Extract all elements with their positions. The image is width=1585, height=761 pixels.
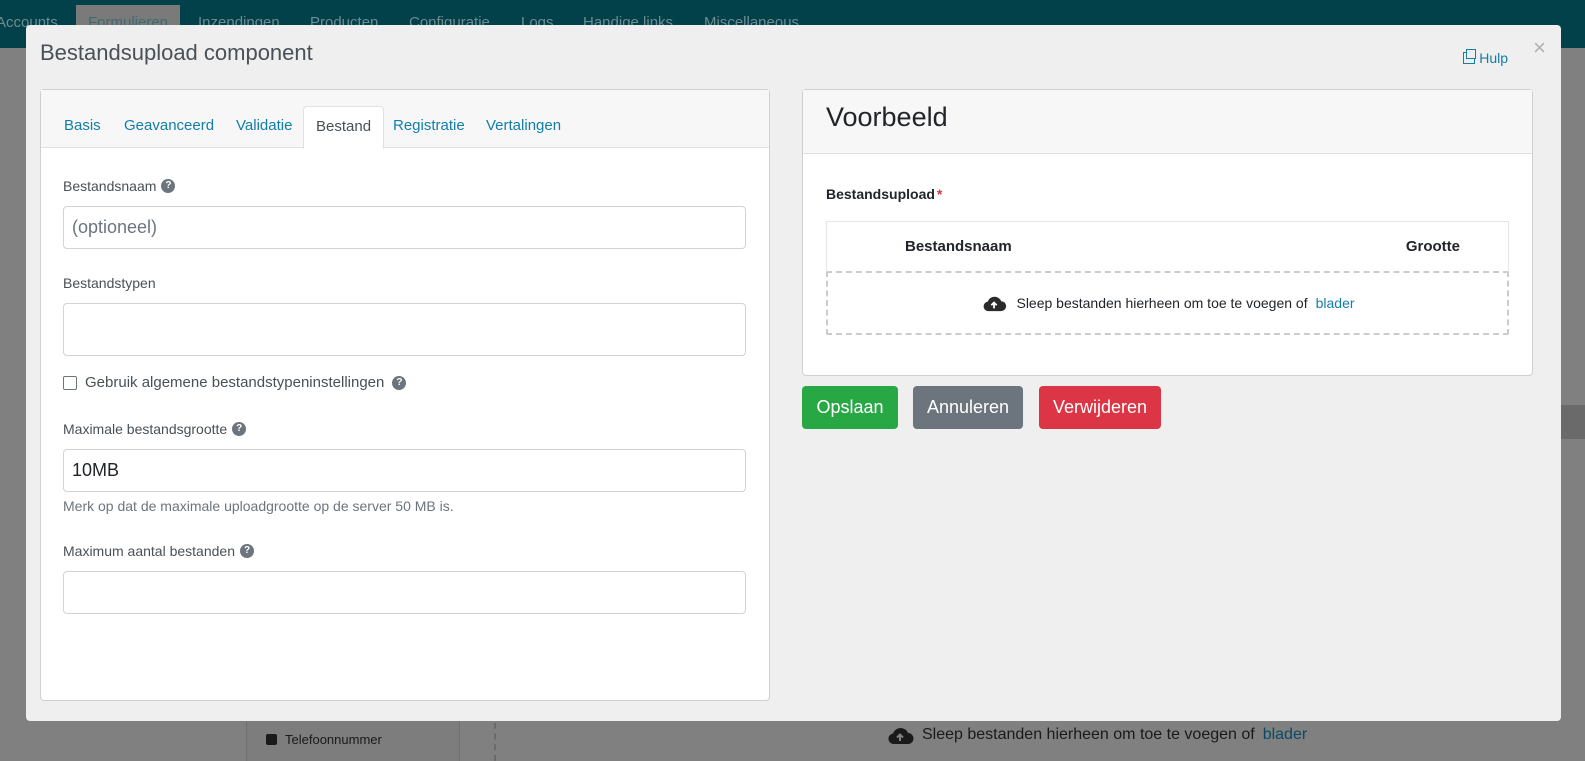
maxfiles-help-icon[interactable]: ? (240, 544, 254, 558)
filename-help-icon[interactable]: ? (161, 179, 176, 193)
background-scroll-region (1560, 405, 1585, 439)
background-dropzone-text: Sleep bestanden hierheen om toe te voege… (886, 725, 1307, 745)
help-link-label: Hulp (1479, 50, 1508, 66)
global-settings-help-icon[interactable]: ? (392, 375, 407, 390)
maxsize-help-icon[interactable]: ? (232, 422, 247, 436)
maxsize-input[interactable] (63, 449, 746, 492)
dropzone-text: Sleep bestanden hierheen om toe te voege… (1016, 295, 1308, 311)
cloud-upload-icon (984, 296, 1007, 312)
background-phone-label: Telefoonnummer (285, 732, 382, 747)
maxsize-label: Maximale bestandsgrootte ? (63, 421, 247, 437)
filetypes-input[interactable] (63, 303, 746, 356)
filetypes-label-text: Bestandstypen (63, 275, 156, 291)
column-header-size: Grootte (1405, 238, 1460, 255)
upload-field-label: Bestandsupload * (826, 186, 942, 202)
cancel-button[interactable]: Annuleren (913, 386, 1023, 429)
global-settings-checkbox[interactable] (63, 375, 77, 390)
global-settings-label[interactable]: Gebruik algemene bestandstypeninstelling… (85, 374, 384, 391)
maxfiles-label-text: Maximum aantal bestanden (63, 543, 235, 559)
upload-field-label-text: Bestandsupload (826, 186, 935, 202)
global-settings-row: Gebruik algemene bestandstypeninstelling… (63, 374, 407, 391)
preview-card: Voorbeeld Bestandsupload * Bestandsnaam G… (802, 89, 1533, 376)
preview-heading: Voorbeeld (803, 90, 1532, 154)
tab-validatie[interactable]: Validatie (224, 106, 304, 148)
tab-bestand[interactable]: Bestand (303, 106, 385, 149)
tab-basis[interactable]: Basis (52, 106, 113, 148)
filetypes-label: Bestandstypen (63, 275, 156, 291)
browse-link[interactable]: blader (1316, 295, 1355, 311)
upload-dropzone[interactable]: Sleep bestanden hierheen om toe te voege… (826, 271, 1509, 335)
background-drop-label: Sleep bestanden hierheen om toe te voege… (922, 726, 1255, 743)
settings-card: Basis Geavanceerd Validatie Bestand Regi… (40, 89, 770, 701)
delete-button[interactable]: Verwijderen (1039, 386, 1161, 429)
tab-geavanceerd[interactable]: Geavanceerd (112, 106, 226, 148)
cloud-upload-icon (888, 728, 914, 744)
maxfiles-input[interactable] (63, 571, 746, 614)
file-upload-component-modal: Bestandsupload component Hulp × Basis Ge… (26, 25, 1561, 721)
external-link-icon (1463, 49, 1477, 64)
tab-vertalingen[interactable]: Vertalingen (474, 106, 573, 148)
maxsize-hint: Merk op dat de maximale uploadgrootte op… (63, 498, 454, 514)
settings-tabs: Basis Geavanceerd Validatie Bestand Regi… (41, 90, 769, 149)
filename-label: Bestandsnaam ? (63, 178, 176, 194)
save-button[interactable]: Opslaan (802, 386, 898, 429)
tab-registratie[interactable]: Registratie (381, 106, 477, 148)
phone-icon (266, 734, 277, 745)
upload-file-table-header: Bestandsnaam Grootte (826, 221, 1509, 271)
required-marker: * (936, 186, 943, 202)
background-browse-link[interactable]: blader (1263, 726, 1307, 744)
filename-input[interactable] (63, 206, 746, 249)
close-icon[interactable]: × (1533, 35, 1546, 61)
maxsize-label-text: Maximale bestandsgrootte (63, 421, 228, 437)
filename-label-text: Bestandsnaam (63, 178, 157, 194)
modal-title: Bestandsupload component (40, 40, 313, 65)
background-phone-item: Telefoonnummer (266, 732, 382, 747)
maxfiles-label: Maximum aantal bestanden ? (63, 543, 254, 559)
column-header-filename: Bestandsnaam (905, 238, 1012, 255)
help-link[interactable]: Hulp (1463, 49, 1508, 66)
